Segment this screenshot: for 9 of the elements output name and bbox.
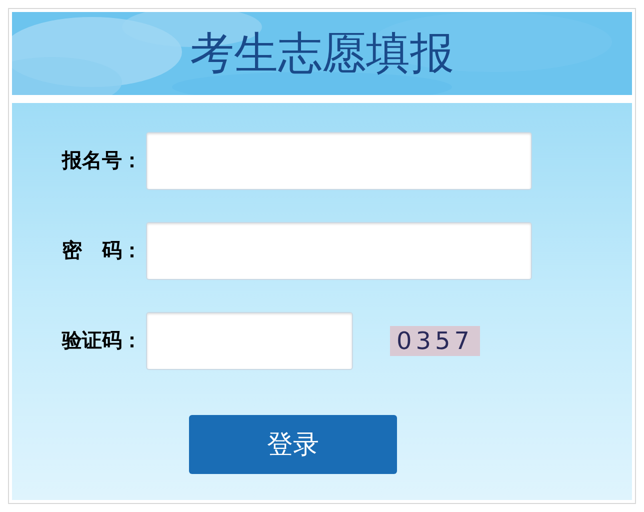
page-title: 考生志愿填报 bbox=[190, 32, 454, 76]
field-label: 密 码： bbox=[61, 238, 134, 264]
input-field[interactable] bbox=[146, 132, 532, 190]
captcha-image[interactable]: 0357 bbox=[390, 326, 480, 356]
input-field[interactable] bbox=[146, 222, 532, 280]
input-field[interactable] bbox=[146, 312, 353, 370]
field-label: 报名号： bbox=[60, 149, 134, 174]
login-button[interactable]: 登录 bbox=[189, 415, 397, 474]
field-label: 验证码： bbox=[60, 329, 134, 354]
